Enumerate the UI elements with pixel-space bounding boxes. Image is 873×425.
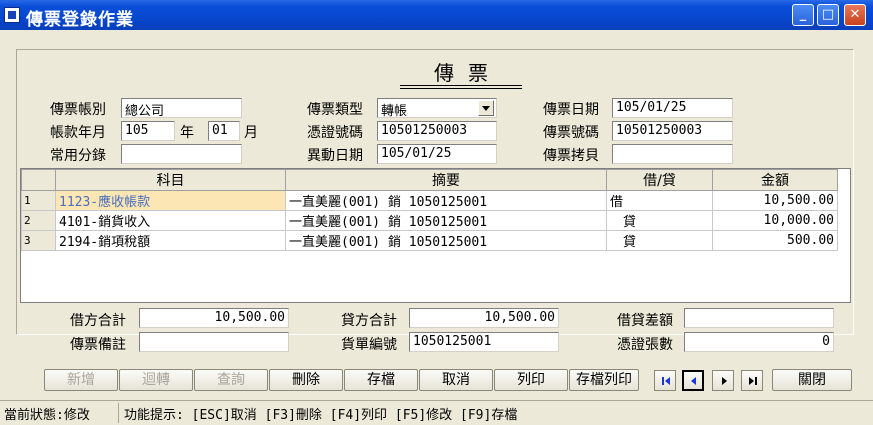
- save-button[interactable]: 存檔: [344, 369, 418, 391]
- change-date-field[interactable]: 105/01/25: [377, 144, 497, 164]
- close-button[interactable]: 關閉: [772, 369, 852, 391]
- chevron-down-icon[interactable]: [478, 100, 494, 116]
- last-record-button[interactable]: [741, 370, 763, 391]
- period-month-field[interactable]: 01: [208, 121, 240, 141]
- add-button[interactable]: 新增: [44, 369, 118, 391]
- row-number: 2: [21, 210, 56, 231]
- column-header-summary[interactable]: 摘要: [285, 169, 607, 191]
- status-hint: 功能提示: [ESC]取消 [F3]刪除 [F4]列印 [F5]修改 [F9]存…: [124, 408, 518, 423]
- maximize-button[interactable]: □: [817, 4, 839, 26]
- row-number: 3: [21, 230, 56, 251]
- remark-field[interactable]: [139, 332, 289, 352]
- column-header-amount[interactable]: 金額: [712, 169, 838, 191]
- common-entry-label: 常用分錄: [50, 148, 106, 164]
- voucher-date-label: 傳票日期: [543, 102, 599, 118]
- row-number: 1: [21, 190, 56, 211]
- balance-diff-field: [684, 308, 834, 328]
- invoice-no-label: 貨單編號: [341, 337, 397, 353]
- period-label: 帳款年月: [50, 125, 106, 141]
- entries-grid[interactable]: 科目 摘要 借/貸 金額 1 1123-應收帳款 一直美麗(001) 銷 105…: [20, 168, 851, 303]
- change-date-label: 異動日期: [307, 148, 363, 164]
- prev-record-icon: [691, 377, 696, 385]
- save-print-button[interactable]: 存檔列印: [569, 369, 639, 391]
- column-header-debit-credit[interactable]: 借/貸: [606, 169, 713, 191]
- summary-cell[interactable]: 一直美麗(001) 銷 1050125001: [285, 190, 607, 211]
- first-record-icon: [662, 377, 664, 385]
- delete-button[interactable]: 刪除: [269, 369, 343, 391]
- credit-total-field: 10,500.00: [409, 308, 559, 328]
- table-row[interactable]: 1 1123-應收帳款 一直美麗(001) 銷 1050125001 借 10,…: [21, 190, 838, 211]
- debit-credit-cell[interactable]: 借: [606, 190, 713, 211]
- subject-cell[interactable]: 4101-銷貨收入: [55, 210, 286, 231]
- proof-no-field[interactable]: 10501250003: [377, 121, 497, 141]
- subject-cell[interactable]: 2194-銷項稅額: [55, 230, 286, 251]
- status-state: 當前狀態:修改: [4, 408, 90, 423]
- minimize-button[interactable]: _: [792, 4, 814, 26]
- voucher-copy-field[interactable]: [612, 144, 733, 164]
- cancel-button[interactable]: 取消: [419, 369, 493, 391]
- voucher-kind-label: 傳票類型: [307, 102, 363, 118]
- summary-cell[interactable]: 一直美麗(001) 銷 1050125001: [285, 210, 607, 231]
- table-row[interactable]: 3 2194-銷項稅額 一直美麗(001) 銷 1050125001 貸 500…: [21, 230, 838, 251]
- debit-total-label: 借方合計: [70, 313, 126, 329]
- status-bar: 當前狀態:修改 功能提示: [ESC]取消 [F3]刪除 [F4]列印 [F5]…: [0, 400, 873, 425]
- voucher-no-field[interactable]: 10501250003: [612, 121, 733, 141]
- subject-cell[interactable]: 1123-應收帳款: [55, 190, 286, 211]
- print-button[interactable]: 列印: [494, 369, 568, 391]
- debit-credit-cell[interactable]: 貸: [606, 230, 713, 251]
- close-window-button[interactable]: ✕: [844, 4, 866, 26]
- prev-record-button[interactable]: [682, 370, 704, 391]
- amount-cell[interactable]: 10,500.00: [712, 190, 838, 211]
- voucher-no-label: 傳票號碼: [543, 125, 599, 141]
- first-record-button[interactable]: [654, 370, 676, 391]
- row-number-header: [21, 169, 56, 191]
- common-entry-field[interactable]: [121, 144, 242, 164]
- year-unit-label: 年: [180, 125, 194, 141]
- reverse-button[interactable]: 迴轉: [119, 369, 193, 391]
- next-record-icon: [722, 377, 727, 385]
- account-type-label: 傳票帳別: [50, 102, 106, 118]
- table-row[interactable]: 2 4101-銷貨收入 一直美麗(001) 銷 1050125001 貸 10,…: [21, 210, 838, 231]
- invoice-no-field[interactable]: 1050125001: [409, 332, 559, 352]
- next-record-button[interactable]: [712, 370, 734, 391]
- voucher-date-field[interactable]: 105/01/25: [612, 98, 733, 118]
- period-year-field[interactable]: 105: [121, 121, 175, 141]
- summary-cell[interactable]: 一直美麗(001) 銷 1050125001: [285, 230, 607, 251]
- account-type-field[interactable]: 總公司: [121, 98, 242, 118]
- debit-credit-cell[interactable]: 貸: [606, 210, 713, 231]
- remark-label: 傳票備註: [70, 337, 126, 353]
- last-record-icon: [749, 377, 754, 385]
- proof-no-label: 憑證號碼: [307, 125, 363, 141]
- month-unit-label: 月: [244, 125, 258, 141]
- proof-count-field[interactable]: 0: [684, 332, 834, 352]
- credit-total-label: 貸方合計: [341, 313, 397, 329]
- debit-total-field: 10,500.00: [139, 308, 289, 328]
- heading-underline: [400, 85, 522, 86]
- query-button[interactable]: 查詢: [194, 369, 268, 391]
- title-bar: 傳票登錄作業 _ □ ✕: [0, 0, 873, 30]
- heading-underline-2: [400, 88, 522, 89]
- proof-count-label: 憑證張數: [617, 337, 673, 353]
- window-title: 傳票登錄作業: [26, 10, 134, 30]
- column-header-subject[interactable]: 科目: [55, 169, 286, 191]
- amount-cell[interactable]: 10,000.00: [712, 210, 838, 231]
- app-icon: [4, 7, 20, 23]
- voucher-copy-label: 傳票拷貝: [543, 148, 599, 164]
- form-heading: 傳票: [434, 61, 502, 85]
- balance-diff-label: 借貸差額: [617, 313, 673, 329]
- amount-cell[interactable]: 500.00: [712, 230, 838, 251]
